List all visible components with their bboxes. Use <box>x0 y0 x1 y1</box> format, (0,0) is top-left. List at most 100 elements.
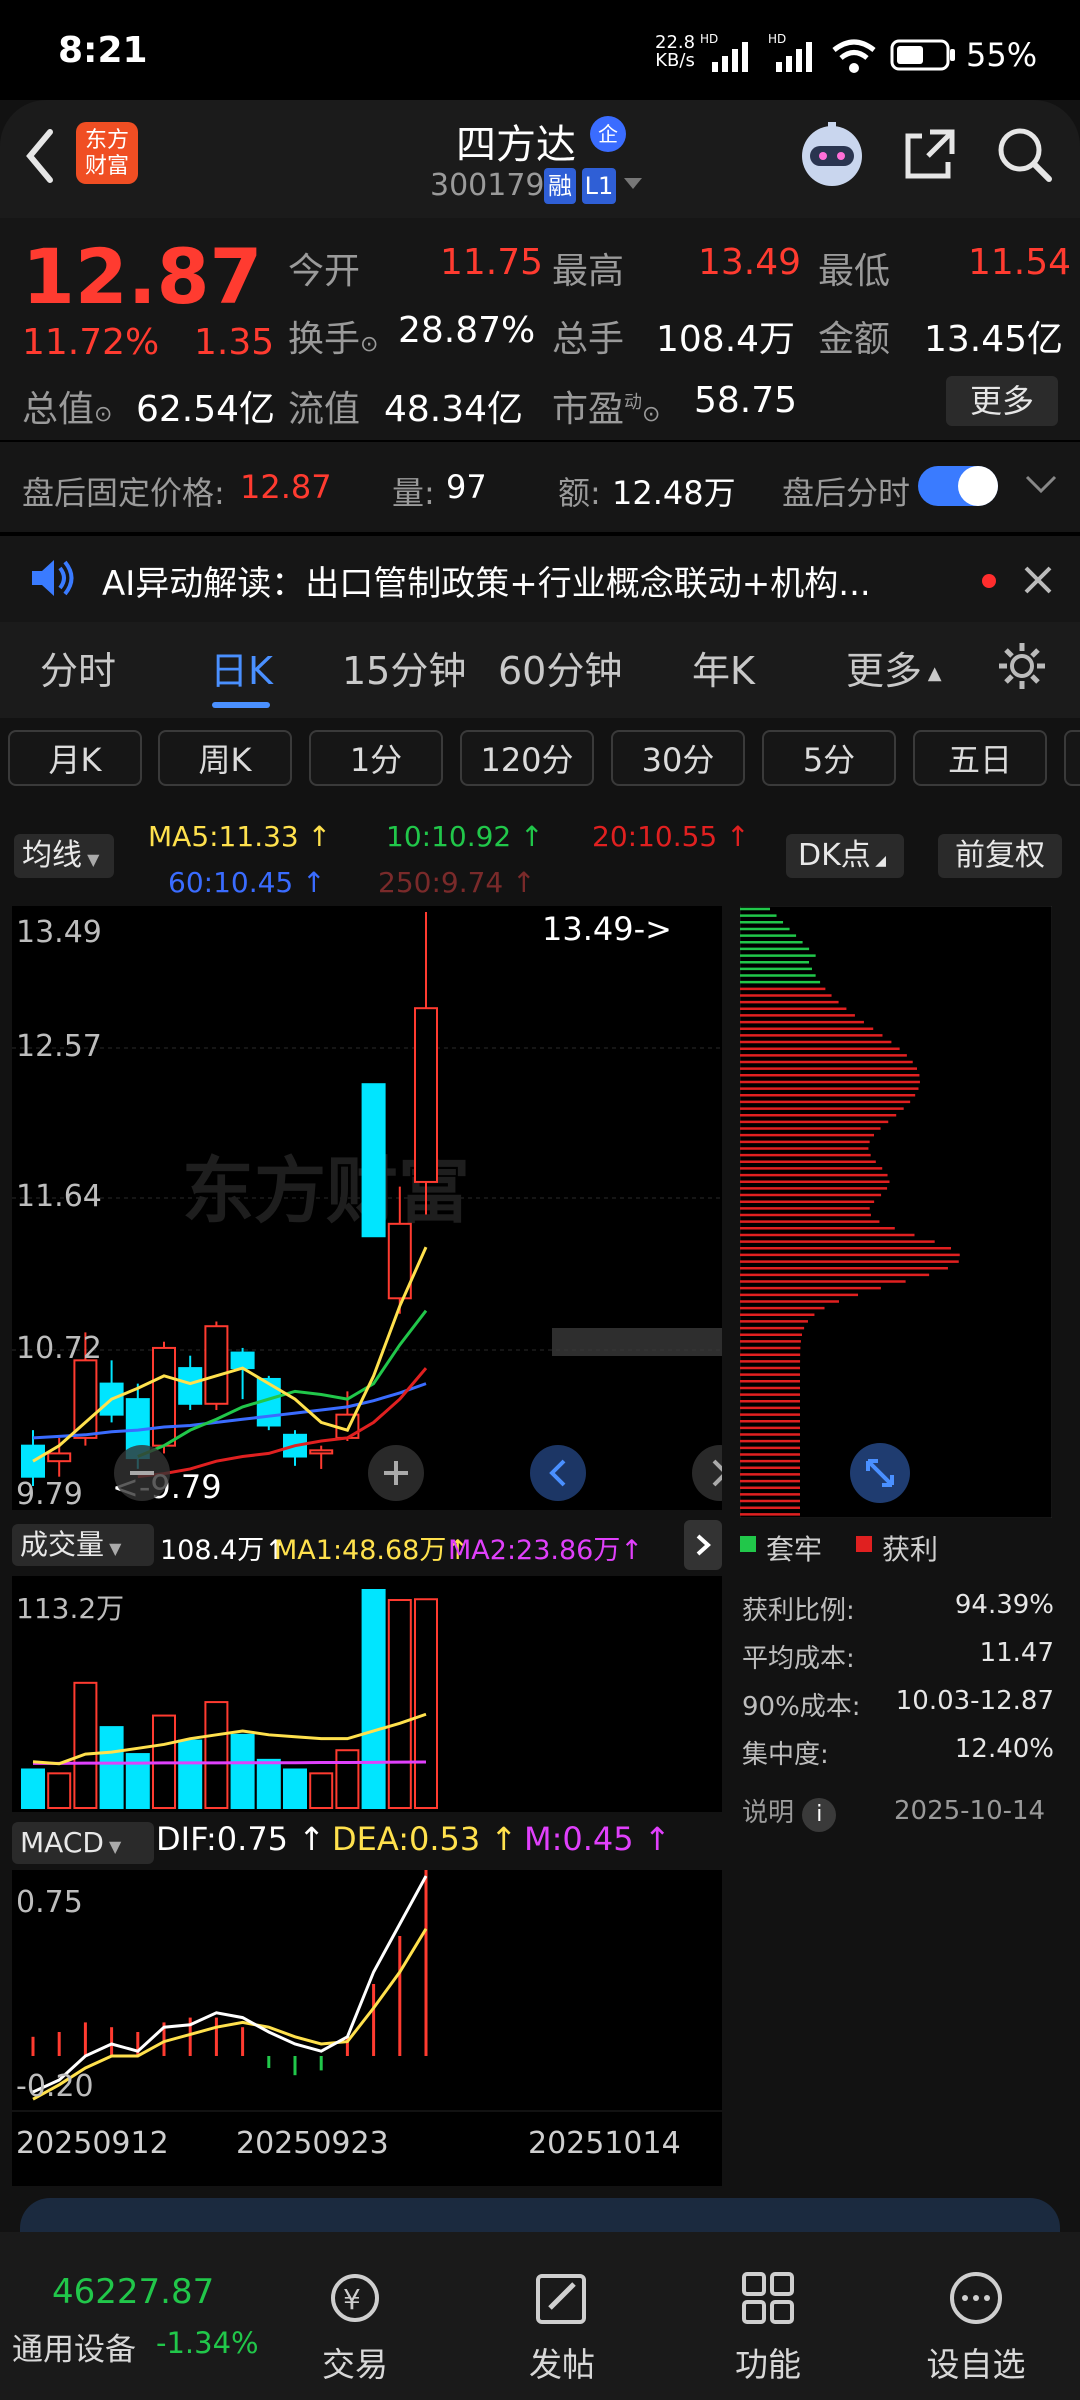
ma20-label: 20:10.55 ↑ <box>592 820 750 853</box>
ma-selector[interactable]: 均线 ▼ <box>14 834 114 878</box>
chip-120min[interactable]: 120分 <box>460 730 594 786</box>
price-change-pct: 11.72% <box>22 322 160 363</box>
macd-axis-bottom: -0.20 <box>16 2069 94 2104</box>
chip-note-link[interactable]: 说明 i <box>742 1792 837 1832</box>
turnover-value: 28.87% <box>398 310 536 351</box>
chip-30min[interactable]: 30分 <box>611 730 745 786</box>
volume-ma2-label: MA2:23.86万↑ <box>448 1535 643 1566</box>
robot-assistant-icon[interactable] <box>796 118 868 190</box>
volume-bar <box>21 1768 45 1809</box>
mktcap-label[interactable]: 总值⊙ <box>22 380 112 432</box>
news-ticker-peek[interactable] <box>20 2198 1060 2232</box>
more-button[interactable]: 更多 <box>946 376 1058 426</box>
chip-stat-row: 获利比例: 94.39% <box>742 1590 1054 1626</box>
status-time: 8:21 <box>58 30 148 71</box>
search-icon[interactable] <box>994 124 1054 184</box>
active-tab-indicator <box>212 702 270 708</box>
dropdown-icon[interactable] <box>622 176 644 192</box>
chip-overflow[interactable] <box>1064 730 1080 786</box>
back-icon[interactable] <box>20 126 60 186</box>
tab-daily-k[interactable]: 日K <box>210 640 273 695</box>
macd-m-label: M:0.45 ↑ <box>524 1820 671 1858</box>
max-price-marker: 13.49-> <box>542 910 672 948</box>
chip-5min[interactable]: 5分 <box>762 730 896 786</box>
volume-bar <box>178 1739 203 1809</box>
macd-dea-label: DEA:0.53 ↑ <box>332 1820 518 1858</box>
volume-bar <box>361 1589 386 1809</box>
share-icon[interactable] <box>900 124 960 184</box>
signal-icon-2 <box>776 42 812 72</box>
volume-bar <box>283 1768 307 1809</box>
tab-60min[interactable]: 60分钟 <box>498 640 622 695</box>
tab-intraday[interactable]: 分时 <box>40 640 116 695</box>
volume-bar <box>99 1726 124 1809</box>
after-hours-row: 盘后固定价格: 12.87 量: 97 额: 12.48万 盘后分时 <box>0 442 1080 532</box>
volume-ma1-label: MA1:48.68万↑ <box>274 1535 469 1566</box>
chip-monthly-k[interactable]: 月K <box>8 730 142 786</box>
dk-point-selector[interactable]: DK点 ◢ <box>786 834 904 878</box>
settings-gear-icon[interactable] <box>996 640 1048 692</box>
chip-distribution-chart[interactable] <box>740 906 1052 1518</box>
turnover-label[interactable]: 换手⊙ <box>288 310 378 362</box>
toggle-knob <box>958 466 998 506</box>
macd-chart[interactable]: 0.75 -0.20 <box>12 1870 722 2110</box>
high-label: 最高 <box>552 251 625 292</box>
after-hours-price-label: 盘后固定价格: <box>22 474 225 512</box>
volume-axis-top: 113.2万 <box>16 1592 124 1625</box>
price-band-highlight <box>552 1328 722 1356</box>
tab-more[interactable]: 更多 ▲ <box>846 640 942 695</box>
expand-chevron-icon[interactable] <box>1024 472 1058 496</box>
scroll-left-button[interactable] <box>530 1445 586 1501</box>
edit-icon <box>536 2274 586 2324</box>
nav-add-watchlist[interactable]: 设自选 <box>876 2270 1076 2386</box>
chip-1min[interactable]: 1分 <box>309 730 443 786</box>
zoom-out-button[interactable] <box>114 1445 170 1501</box>
zoom-in-button[interactable] <box>368 1445 424 1501</box>
amount-label: 金额 <box>818 319 891 360</box>
date-label: 20250912 <box>16 2126 169 2161</box>
volume-chart[interactable]: 113.2万 <box>12 1576 722 1812</box>
unread-dot <box>982 574 996 588</box>
nav-post[interactable]: 发帖 <box>462 2270 662 2386</box>
kline-chart[interactable]: 东方财富 13.49 12.57 11.64 10.72 9.79 13.49-… <box>12 906 722 1510</box>
candle-body <box>230 1351 255 1370</box>
chip-weekly-k[interactable]: 周K <box>158 730 292 786</box>
app-logo: 东方 财富 <box>76 122 138 184</box>
y-label-bottom: 9.79 <box>16 1477 83 1510</box>
chip-expand-button[interactable] <box>850 1443 910 1503</box>
after-hours-amt-label: 额: <box>558 474 601 512</box>
legend-profit-swatch <box>856 1536 872 1552</box>
nav-trade[interactable]: ¥ 交易 <box>255 2270 455 2386</box>
index-value[interactable]: 46227.87 <box>52 2272 214 2312</box>
battery-percent: 55% <box>966 36 1038 74</box>
pe-label[interactable]: 市盈动⊙ <box>552 380 660 432</box>
price-adjust-selector[interactable]: 前复权 <box>938 834 1062 878</box>
date-label: 20250923 <box>236 2126 389 2161</box>
ai-banner[interactable]: AI异动解读：出口管制政策+行业概念联动+机构... <box>0 536 1080 622</box>
candle-body <box>47 1452 72 1463</box>
tab-15min[interactable]: 15分钟 <box>342 640 466 695</box>
volume-indicator-selector[interactable]: 成交量 ▼ <box>12 1524 154 1566</box>
after-hours-toggle-label: 盘后分时 <box>782 474 911 512</box>
volume-label: 总手 <box>552 319 625 360</box>
ma60-label: 60:10.45 ↑ <box>168 866 326 899</box>
chip-date: 2025-10-14 <box>894 1796 1046 1826</box>
net-speed: 22.8 KB/s <box>655 32 696 71</box>
wifi-icon <box>832 39 876 73</box>
date-axis: 20250912 20250923 20251014 <box>12 2112 722 2186</box>
close-icon[interactable] <box>1022 564 1054 596</box>
after-hours-price: 12.87 <box>240 468 332 506</box>
chip-5day[interactable]: 五日 <box>913 730 1047 786</box>
status-bar: 8:21 22.8 KB/s HD HD 55% <box>0 0 1080 100</box>
collapse-legend-button[interactable] <box>684 1520 722 1570</box>
candle-body <box>361 1083 386 1238</box>
company-badge: 企 <box>590 116 626 152</box>
header: 东方 财富 四方达 企 300179 融 L1 <box>0 100 1080 218</box>
macd-indicator-selector[interactable]: MACD ▼ <box>12 1822 154 1864</box>
volume-bar <box>335 1749 360 1810</box>
volume-bar <box>387 1599 412 1810</box>
candle-body <box>204 1325 229 1405</box>
volume-ma2-line <box>33 1760 427 1765</box>
tab-yearly-k[interactable]: 年K <box>692 640 755 695</box>
nav-functions[interactable]: 功能 <box>668 2270 868 2386</box>
